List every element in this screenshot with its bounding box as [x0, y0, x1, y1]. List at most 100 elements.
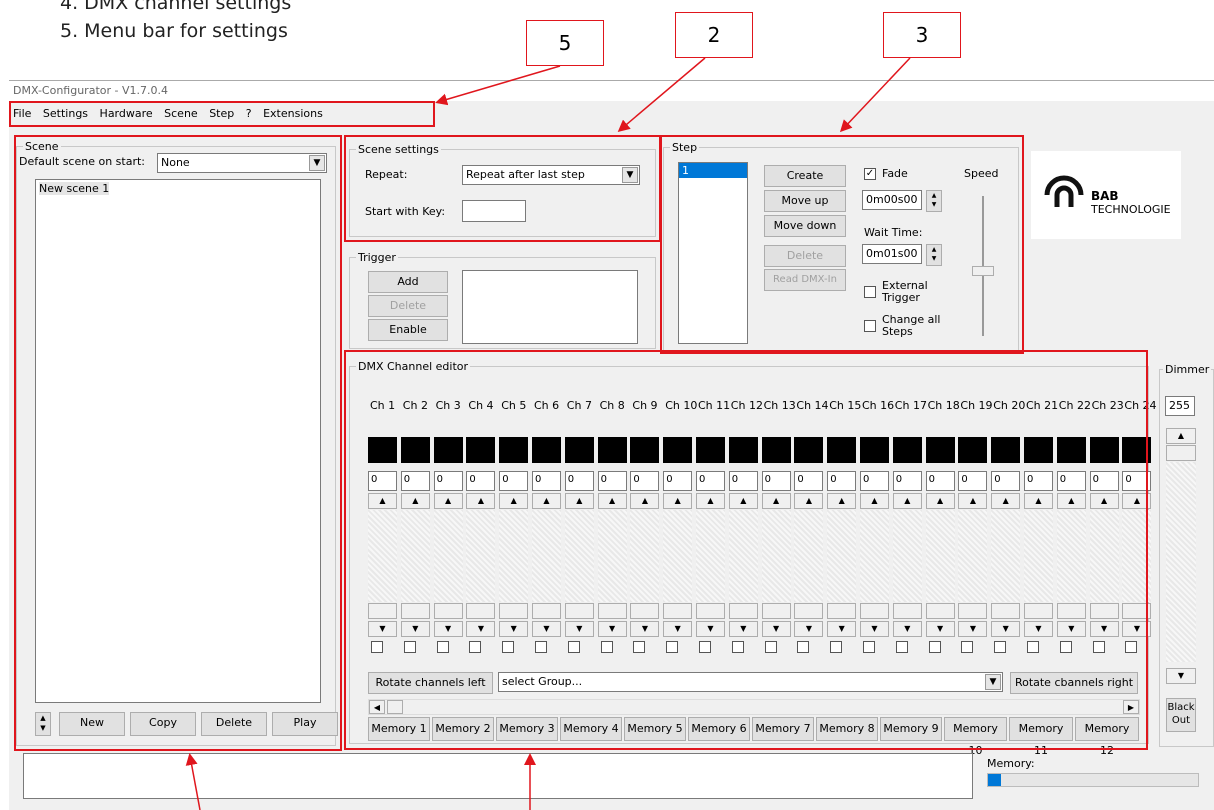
channel-value-input[interactable]: 0	[860, 471, 889, 491]
channel-down-icon[interactable]: ▼	[1089, 621, 1119, 637]
channel-checkbox[interactable]	[1125, 641, 1138, 653]
channel-up-icon[interactable]: ▲	[958, 493, 988, 509]
channel-slider-track[interactable]	[991, 510, 1021, 602]
memory-button-2[interactable]: Memory 2	[432, 717, 494, 741]
channel-slider-thumb[interactable]	[991, 603, 1021, 619]
channel-slider-track[interactable]	[630, 510, 660, 602]
scene-list-item[interactable]: New scene 1	[39, 182, 110, 195]
channel-slider-track[interactable]	[663, 510, 693, 602]
channel-checkbox[interactable]	[633, 641, 646, 653]
channel-checkbox[interactable]	[764, 641, 777, 653]
step-list-item[interactable]: 1	[679, 163, 747, 178]
memory-button-9[interactable]: Memory 9	[880, 717, 942, 741]
channel-checkbox[interactable]	[731, 641, 744, 653]
step-list[interactable]: 1	[678, 162, 748, 344]
channel-up-icon[interactable]: ▲	[630, 493, 660, 509]
channel-slider-track[interactable]	[696, 510, 725, 602]
channel-checkbox[interactable]	[502, 641, 515, 653]
channel-value-input[interactable]: 0	[532, 471, 561, 491]
channel-up-icon[interactable]: ▲	[400, 493, 430, 509]
channel-down-icon[interactable]: ▼	[696, 621, 725, 637]
repeat-select[interactable]: Repeat after last step ▼	[462, 165, 640, 185]
channel-checkbox[interactable]	[830, 641, 843, 653]
external-trigger-checkbox[interactable]	[864, 286, 876, 298]
memory-button-12[interactable]: Memory 12	[1075, 717, 1139, 757]
channel-value-input[interactable]: 0	[466, 471, 496, 491]
channel-slider-thumb[interactable]	[1089, 603, 1119, 619]
channel-checkbox[interactable]	[699, 641, 711, 653]
channel-value-input[interactable]: 0	[663, 471, 693, 491]
channel-slider-track[interactable]	[728, 510, 758, 602]
dimmer-down-icon[interactable]: ▼	[1166, 668, 1196, 684]
channel-slider-thumb[interactable]	[433, 603, 463, 619]
channel-checkbox[interactable]	[797, 641, 810, 653]
channel-value-input[interactable]: 0	[433, 471, 463, 491]
copy-scene-button[interactable]: Copy	[130, 712, 196, 736]
menu-settings[interactable]: Settings	[43, 107, 88, 120]
dimmer-value-input[interactable]: 255	[1165, 396, 1195, 416]
memory-button-5[interactable]: Memory 5	[624, 717, 686, 741]
channel-value-input[interactable]: 0	[1122, 471, 1152, 491]
channel-up-icon[interactable]: ▲	[466, 493, 496, 509]
channel-down-icon[interactable]: ▼	[564, 621, 594, 637]
channel-slider-thumb[interactable]	[696, 603, 725, 619]
channel-up-icon[interactable]: ▲	[991, 493, 1021, 509]
channel-down-icon[interactable]: ▼	[663, 621, 693, 637]
memory-button-6[interactable]: Memory 6	[688, 717, 750, 741]
channel-slider-track[interactable]	[925, 510, 955, 602]
fade-checkbox[interactable]: ✓	[864, 168, 876, 180]
channel-down-icon[interactable]: ▼	[860, 621, 889, 637]
channel-slider-track[interactable]	[892, 510, 922, 602]
channel-checkbox[interactable]	[1059, 641, 1072, 653]
channel-up-icon[interactable]: ▲	[860, 493, 889, 509]
channel-up-icon[interactable]: ▲	[1122, 493, 1152, 509]
channel-value-input[interactable]: 0	[400, 471, 430, 491]
channel-up-icon[interactable]: ▲	[433, 493, 463, 509]
channel-slider-track[interactable]	[499, 510, 529, 602]
channel-up-icon[interactable]: ▲	[1056, 493, 1086, 509]
channel-checkbox[interactable]	[371, 641, 383, 653]
channel-slider-thumb[interactable]	[630, 603, 660, 619]
channel-slider-thumb[interactable]	[728, 603, 758, 619]
channel-value-input[interactable]: 0	[1089, 471, 1119, 491]
channel-value-input[interactable]: 0	[1024, 471, 1053, 491]
channel-value-input[interactable]: 0	[892, 471, 922, 491]
channel-slider-track[interactable]	[827, 510, 857, 602]
channel-up-icon[interactable]: ▲	[925, 493, 955, 509]
memory-button-8[interactable]: Memory 8	[816, 717, 878, 741]
channel-down-icon[interactable]: ▼	[433, 621, 463, 637]
channel-down-icon[interactable]: ▼	[761, 621, 791, 637]
channel-value-input[interactable]: 0	[925, 471, 955, 491]
channel-slider-track[interactable]	[1122, 510, 1152, 602]
menu-extensions[interactable]: Extensions	[263, 107, 323, 120]
channel-slider-track[interactable]	[368, 510, 397, 602]
memory-button-1[interactable]: Memory 1	[368, 717, 430, 741]
channel-down-icon[interactable]: ▼	[532, 621, 561, 637]
fade-time-input[interactable]: 0m00s00	[862, 190, 922, 210]
channel-value-input[interactable]: 0	[564, 471, 594, 491]
channel-value-input[interactable]: 0	[728, 471, 758, 491]
rotate-right-button[interactable]: Rotate cbannels right	[1010, 672, 1138, 694]
channel-slider-thumb[interactable]	[499, 603, 529, 619]
wait-time-input[interactable]: 0m01s00	[862, 244, 922, 264]
menu-file[interactable]: File	[13, 107, 31, 120]
channel-checkbox[interactable]	[600, 641, 613, 653]
channel-slider-thumb[interactable]	[532, 603, 561, 619]
channel-up-icon[interactable]: ▲	[794, 493, 824, 509]
channel-up-icon[interactable]: ▲	[368, 493, 397, 509]
channel-up-icon[interactable]: ▲	[564, 493, 594, 509]
channel-down-icon[interactable]: ▼	[368, 621, 397, 637]
channel-value-input[interactable]: 0	[597, 471, 627, 491]
channel-down-icon[interactable]: ▼	[925, 621, 955, 637]
step-move-up-button[interactable]: Move up	[764, 190, 846, 212]
scene-list[interactable]: New scene 1	[35, 179, 321, 703]
channel-slider-track[interactable]	[794, 510, 824, 602]
rotate-left-button[interactable]: Rotate channels left	[368, 672, 493, 694]
group-select[interactable]: select Group... ▼	[498, 672, 1003, 692]
channel-slider-thumb[interactable]	[794, 603, 824, 619]
channel-slider-thumb[interactable]	[958, 603, 988, 619]
dimmer-slider-track[interactable]	[1166, 462, 1196, 662]
channel-up-icon[interactable]: ▲	[532, 493, 561, 509]
channel-down-icon[interactable]: ▼	[958, 621, 988, 637]
menu-hardware[interactable]: Hardware	[100, 107, 153, 120]
